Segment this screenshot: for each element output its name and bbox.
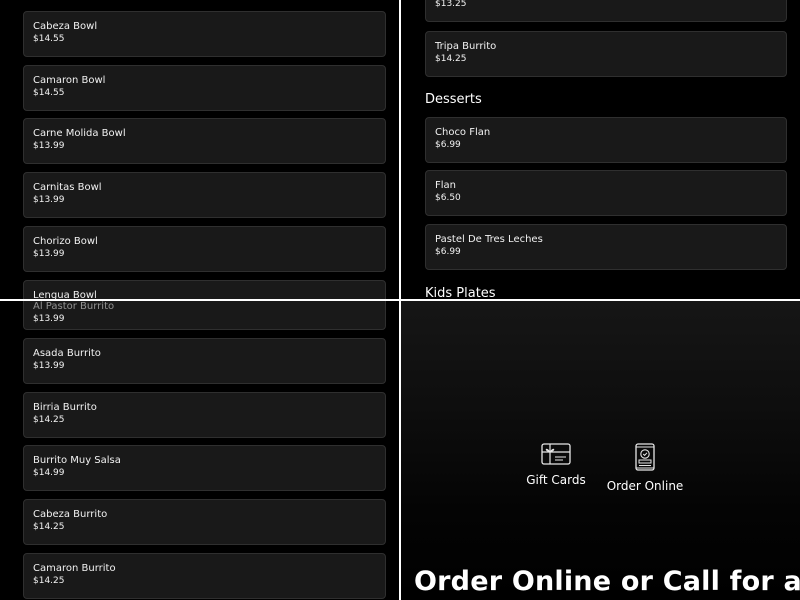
menu-item-card[interactable]: Camaron Bowl $14.55: [23, 65, 386, 111]
menu-item-card[interactable]: Burrito Muy Salsa $14.99: [23, 445, 386, 491]
menu-item-price: $13.99: [33, 314, 65, 324]
gift-cards-link[interactable]: Gift Cards: [508, 443, 604, 487]
menu-item-name: Carne Molida Bowl: [33, 128, 126, 139]
menu-item-price: $13.25: [435, 0, 467, 9]
mobile-order-icon: [635, 443, 655, 471]
menu-item-price: $14.55: [33, 88, 65, 98]
menu-item-name: Burrito Muy Salsa: [33, 455, 121, 466]
menu-item-price: $14.25: [33, 522, 65, 532]
menu-item-name: Carnitas Bowl: [33, 182, 102, 193]
gift-card-icon: [541, 443, 571, 465]
menu-item-card-partial[interactable]: Al Pastor Burrito $13.99: [23, 300, 386, 330]
menu-item-name: Pastel De Tres Leches: [435, 234, 543, 245]
gift-cards-label: Gift Cards: [526, 473, 586, 487]
menu-item-card[interactable]: Cabeza Burrito $14.25: [23, 499, 386, 545]
menu-item-card[interactable]: Camaron Burrito $14.25: [23, 553, 386, 599]
menu-panel-top-right: . $13.25 Tripa Burrito $14.25 Desserts C…: [400, 0, 800, 300]
menu-item-card[interactable]: Flan $6.50: [425, 170, 787, 216]
menu-item-card[interactable]: Chorizo Bowl $13.99: [23, 226, 386, 272]
menu-item-card[interactable]: Carnitas Bowl $13.99: [23, 172, 386, 218]
menu-item-card[interactable]: Cabeza Bowl $14.55: [23, 11, 386, 57]
menu-item-price: $13.99: [33, 361, 65, 371]
footer-actions-panel: Gift Cards Order Online Order Online or …: [400, 300, 800, 600]
menu-item-name: Tripa Burrito: [435, 41, 497, 52]
menu-item-card[interactable]: Birria Burrito $14.25: [23, 392, 386, 438]
menu-item-card[interactable]: Choco Flan $6.99: [425, 117, 787, 163]
menu-item-card-partial[interactable]: Lengua Bowl: [23, 280, 386, 300]
order-online-link[interactable]: Order Online: [597, 443, 693, 493]
menu-item-name: Asada Burrito: [33, 348, 101, 359]
menu-item-price: $13.99: [33, 195, 65, 205]
menu-item-name: Camaron Bowl: [33, 75, 106, 86]
menu-item-card[interactable]: Asada Burrito $13.99: [23, 338, 386, 384]
menu-item-name: Cabeza Burrito: [33, 509, 108, 520]
quadrant-divider-horizontal: [0, 299, 800, 301]
menu-item-card[interactable]: Pastel De Tres Leches $6.99: [425, 224, 787, 270]
menu-item-price: $6.99: [435, 247, 461, 257]
menu-item-name: Birria Burrito: [33, 402, 97, 413]
menu-item-name: Choco Flan: [435, 127, 491, 138]
menu-item-price: $13.99: [33, 249, 65, 259]
menu-item-price: $13.99: [33, 141, 65, 151]
order-online-label: Order Online: [606, 479, 684, 493]
menu-item-name: Cabeza Bowl: [33, 21, 98, 32]
menu-panel-top-left: Cabeza Bowl $14.55 Camaron Bowl $14.55 C…: [0, 0, 400, 300]
menu-item-price: $6.50: [435, 193, 461, 203]
menu-panel-bottom-left: Al Pastor Burrito $13.99 Asada Burrito $…: [0, 300, 400, 600]
menu-item-price: $14.25: [435, 54, 467, 64]
section-heading-kids-plates: Kids Plates: [425, 286, 496, 300]
menu-item-name: Camaron Burrito: [33, 563, 116, 574]
menu-item-price: $14.25: [33, 415, 65, 425]
menu-item-price: $14.25: [33, 576, 65, 586]
menu-item-name: Al Pastor Burrito: [33, 301, 115, 312]
section-heading-desserts: Desserts: [425, 92, 482, 107]
menu-item-card[interactable]: Tripa Burrito $14.25: [425, 31, 787, 77]
menu-item-price: $6.99: [435, 140, 461, 150]
menu-item-name: Chorizo Bowl: [33, 236, 98, 247]
menu-item-card-partial[interactable]: . $13.25: [425, 0, 787, 22]
menu-item-price: $14.55: [33, 34, 65, 44]
cta-heading: Order Online or Call for a: [414, 566, 800, 597]
menu-item-price: $14.99: [33, 468, 65, 478]
menu-item-card[interactable]: Carne Molida Bowl $13.99: [23, 118, 386, 164]
menu-item-name: Flan: [435, 180, 456, 191]
